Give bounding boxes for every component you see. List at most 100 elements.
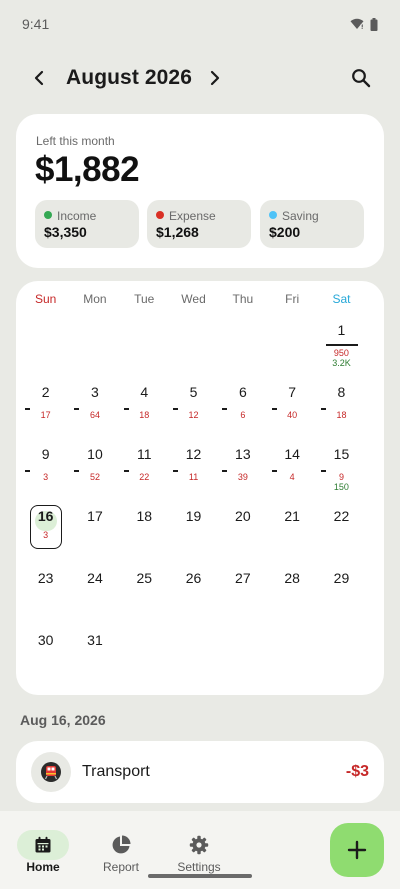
weekday-sun: Sun xyxy=(34,292,57,306)
day-number: 27 xyxy=(235,570,251,586)
calendar-day-21[interactable]: 21 xyxy=(268,508,317,566)
monthly-summary-card: Left this month $1,882 Income $3,350 Exp… xyxy=(16,114,384,268)
day-expense: 4 xyxy=(289,472,295,482)
status-bar: 9:41 xyxy=(0,0,400,48)
day-expense: 950 xyxy=(333,348,349,358)
calendar-day-4[interactable]: 4 18 xyxy=(120,384,169,442)
saving-dot-icon xyxy=(269,211,277,219)
calendar-day-19[interactable]: 19 xyxy=(169,508,218,566)
transaction-item[interactable]: Transport -$3 xyxy=(16,741,384,803)
calendar-day-9[interactable]: 93 xyxy=(21,446,70,504)
calendar-day-7[interactable]: 7 40 xyxy=(268,384,317,442)
calendar-day-30[interactable]: 30 xyxy=(21,632,70,690)
chevron-left-icon xyxy=(34,70,44,86)
calendar-day-25[interactable]: 25 xyxy=(120,570,169,628)
calendar-day-22[interactable]: 22 xyxy=(317,508,366,566)
expense-chip[interactable]: Expense $1,268 xyxy=(147,200,251,248)
calendar-day-28[interactable]: 28 xyxy=(268,570,317,628)
calendar-day-14[interactable]: 14 4 xyxy=(268,446,317,504)
gear-icon xyxy=(187,834,211,856)
calendar-day-13[interactable]: 13 39 xyxy=(218,446,267,504)
calendar-day-24[interactable]: 24 xyxy=(70,570,119,628)
left-this-month-amount: $1,882 xyxy=(35,150,140,189)
day-expense: 22 xyxy=(139,472,150,482)
day-expense: 18 xyxy=(139,410,150,420)
calendar-day-6[interactable]: 66 xyxy=(218,384,267,442)
day-expense: 9 xyxy=(338,472,344,482)
nav-settings[interactable]: Settings xyxy=(170,829,250,877)
nav-home[interactable]: Home xyxy=(14,829,94,877)
weekday-tue: Tue xyxy=(134,292,155,306)
status-time: 9:41 xyxy=(22,16,50,32)
nav-report[interactable]: Report xyxy=(92,829,172,877)
calendar-day-16[interactable]: 16 3 xyxy=(21,505,70,566)
calendar-day-1[interactable]: 1 950 3.2K xyxy=(317,322,366,380)
day-expense: 11 xyxy=(188,472,199,482)
calendar-day-29[interactable]: 29 xyxy=(317,570,366,628)
day-expense: 40 xyxy=(287,410,298,420)
add-transaction-button[interactable] xyxy=(330,823,384,877)
battery-icon xyxy=(370,17,378,31)
calendar-day-5[interactable]: 5 12 xyxy=(169,384,218,442)
weekday-thu: Thu xyxy=(232,292,254,306)
day-number: 13 xyxy=(235,446,251,462)
day-number: 8 xyxy=(337,384,346,400)
day-expense: 3 xyxy=(43,472,49,482)
saving-value: $200 xyxy=(269,224,301,240)
day-expense: 64 xyxy=(89,410,100,420)
weekday-sat: Sat xyxy=(332,292,351,306)
previous-month-button[interactable] xyxy=(25,64,53,92)
day-number: 10 xyxy=(87,446,103,462)
calendar-day-31[interactable]: 31 xyxy=(70,632,119,690)
income-label: Income xyxy=(57,209,97,223)
day-number: 19 xyxy=(185,508,202,524)
calendar-day-23[interactable]: 23 xyxy=(21,570,70,628)
income-dot-icon xyxy=(44,211,52,219)
weekday-fri: Fri xyxy=(285,292,300,306)
calendar-day-18[interactable]: 18 xyxy=(120,508,169,566)
month-title: August 2026 xyxy=(66,66,192,89)
next-month-button[interactable] xyxy=(201,64,229,92)
home-indicator xyxy=(148,874,252,878)
calendar-day-3[interactable]: 3 64 xyxy=(70,384,119,442)
search-icon xyxy=(352,69,371,88)
calendar-day-20[interactable]: 20 xyxy=(218,508,267,566)
day-number: 15 xyxy=(333,446,350,462)
day-number: 4 xyxy=(140,384,149,400)
day-number: 26 xyxy=(185,570,202,586)
day-number: 18 xyxy=(136,508,153,524)
weekday-wed: Wed xyxy=(181,292,206,306)
day-number: 25 xyxy=(136,570,153,586)
day-underline xyxy=(325,344,358,346)
day-number: 1 xyxy=(337,322,346,338)
calendar-day-17[interactable]: 17 xyxy=(70,508,119,566)
day-number: 23 xyxy=(37,570,54,586)
day-number: 6 xyxy=(238,384,247,400)
calendar-day-2[interactable]: 2 17 xyxy=(21,384,70,442)
day-number: 3 xyxy=(91,384,99,400)
transaction-avatar xyxy=(31,752,71,792)
calendar-day-11[interactable]: 11 22 xyxy=(120,446,169,504)
day-expense: 18 xyxy=(336,410,347,420)
calendar-day-26[interactable]: 26 xyxy=(169,570,218,628)
status-icons xyxy=(350,17,378,31)
day-number: 31 xyxy=(87,632,103,648)
day-income: 150 xyxy=(333,482,349,492)
saving-chip[interactable]: Saving $200 xyxy=(260,200,364,248)
calendar-day-12[interactable]: 12 11 xyxy=(169,446,218,504)
transaction-amount: -$3 xyxy=(345,763,369,780)
pie-chart-icon xyxy=(109,834,133,856)
nav-home-label: Home xyxy=(26,860,60,874)
search-button[interactable] xyxy=(347,64,375,92)
calendar-day-10[interactable]: 10 52 xyxy=(70,446,119,504)
calendar-day-15[interactable]: 15 9 150 xyxy=(317,446,366,504)
day-number: 16 xyxy=(37,508,54,524)
calendar-day-8[interactable]: 8 18 xyxy=(317,384,366,442)
income-chip[interactable]: Income $3,350 xyxy=(35,200,139,248)
expense-label: Expense xyxy=(169,209,216,223)
day-expense: 3 xyxy=(43,530,49,540)
calendar-day-27[interactable]: 27 xyxy=(218,570,267,628)
day-number: 14 xyxy=(284,446,300,462)
day-number: 21 xyxy=(284,508,300,524)
day-expense: 17 xyxy=(40,410,51,420)
